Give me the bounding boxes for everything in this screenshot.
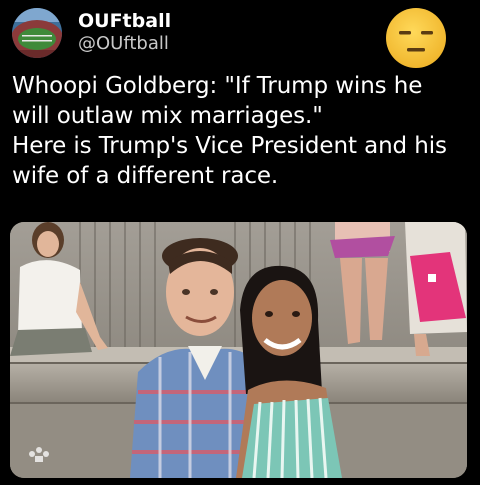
tweet-line: Whoopi Goldberg: "If Trump wins he <box>12 73 423 99</box>
couple-photo <box>10 222 467 478</box>
tweet-line: will outlaw mix marriages." <box>12 103 323 129</box>
user-handle[interactable]: @OUftball <box>78 33 169 55</box>
stadium-icon <box>12 8 62 58</box>
tweet-line: Here is Trump's Vice President and his <box>12 133 447 159</box>
tweet-line: wife of a different race. <box>12 163 279 189</box>
expressionless-face-icon <box>385 7 447 69</box>
tweet-photo[interactable] <box>10 222 467 478</box>
profile-avatar[interactable] <box>12 8 62 58</box>
tweet-text: Whoopi Goldberg: "If Trump wins he will … <box>12 71 472 191</box>
display-name[interactable]: OUFtball <box>78 9 171 33</box>
